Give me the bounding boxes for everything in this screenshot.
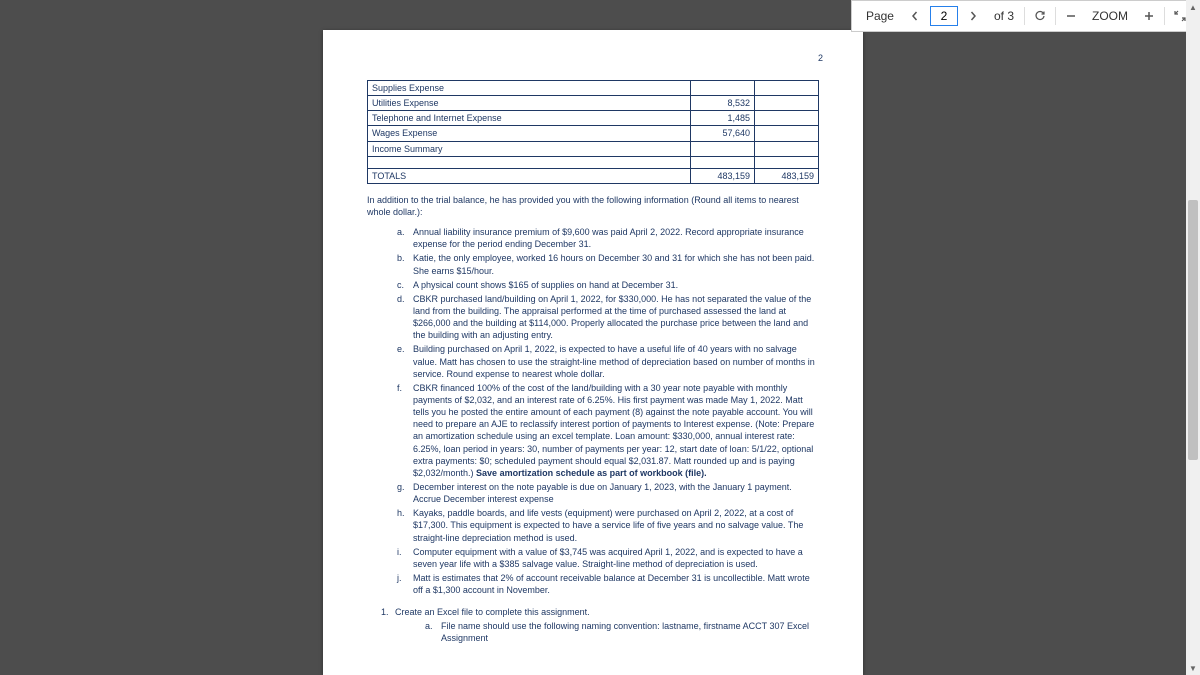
table-row: Utilities Expense8,532 xyxy=(368,96,819,111)
page-label: Page xyxy=(860,9,900,23)
scroll-up-arrow[interactable]: ▲ xyxy=(1186,0,1200,14)
scroll-thumb[interactable] xyxy=(1188,200,1198,460)
prev-page-button[interactable] xyxy=(904,5,926,27)
table-row xyxy=(368,156,819,168)
table-row: Supplies Expense xyxy=(368,81,819,96)
trial-balance-table: Supplies ExpenseUtilities Expense8,532Te… xyxy=(367,80,819,184)
list-item: CBKR purchased land/building on April 1,… xyxy=(397,293,819,342)
zoom-out-button[interactable] xyxy=(1060,5,1082,27)
list-item: Computer equipment with a value of $3,74… xyxy=(397,546,819,570)
task-sublist: File name should use the following namin… xyxy=(395,620,819,644)
pdf-toolbar: Page of 3 ZOOM xyxy=(851,0,1200,32)
refresh-button[interactable] xyxy=(1029,5,1051,27)
list-item: Building purchased on April 1, 2022, is … xyxy=(397,343,819,379)
adjustments-list: Annual liability insurance premium of $9… xyxy=(367,226,819,596)
task-item: Create an Excel file to complete this as… xyxy=(381,606,819,644)
scroll-down-arrow[interactable]: ▼ xyxy=(1186,661,1200,675)
zoom-label: ZOOM xyxy=(1086,9,1134,23)
intro-text: In addition to the trial balance, he has… xyxy=(367,194,819,218)
next-page-button[interactable] xyxy=(962,5,984,27)
list-item: Annual liability insurance premium of $9… xyxy=(397,226,819,250)
page-count-label: of 3 xyxy=(988,9,1020,23)
page-number-input[interactable] xyxy=(930,6,958,26)
table-row: Telephone and Internet Expense1,485 xyxy=(368,111,819,126)
document-page: 2 Supplies ExpenseUtilities Expense8,532… xyxy=(323,30,863,675)
document-viewport[interactable]: 2 Supplies ExpenseUtilities Expense8,532… xyxy=(0,0,1186,675)
list-item: Katie, the only employee, worked 16 hour… xyxy=(397,252,819,276)
task-sub-item: File name should use the following namin… xyxy=(425,620,819,644)
zoom-in-button[interactable] xyxy=(1138,5,1160,27)
table-row: TOTALS483,159483,159 xyxy=(368,168,819,183)
vertical-scrollbar[interactable]: ▲ ▼ xyxy=(1186,0,1200,675)
page-number: 2 xyxy=(818,52,823,64)
list-item: Kayaks, paddle boards, and life vests (e… xyxy=(397,507,819,543)
list-item: CBKR financed 100% of the cost of the la… xyxy=(397,382,819,479)
table-row: Wages Expense57,640 xyxy=(368,126,819,141)
table-row: Income Summary xyxy=(368,141,819,156)
list-item: A physical count shows $165 of supplies … xyxy=(397,279,819,291)
list-item: December interest on the note payable is… xyxy=(397,481,819,505)
list-item: Matt is estimates that 2% of account rec… xyxy=(397,572,819,596)
tasks-list: Create an Excel file to complete this as… xyxy=(367,606,819,644)
